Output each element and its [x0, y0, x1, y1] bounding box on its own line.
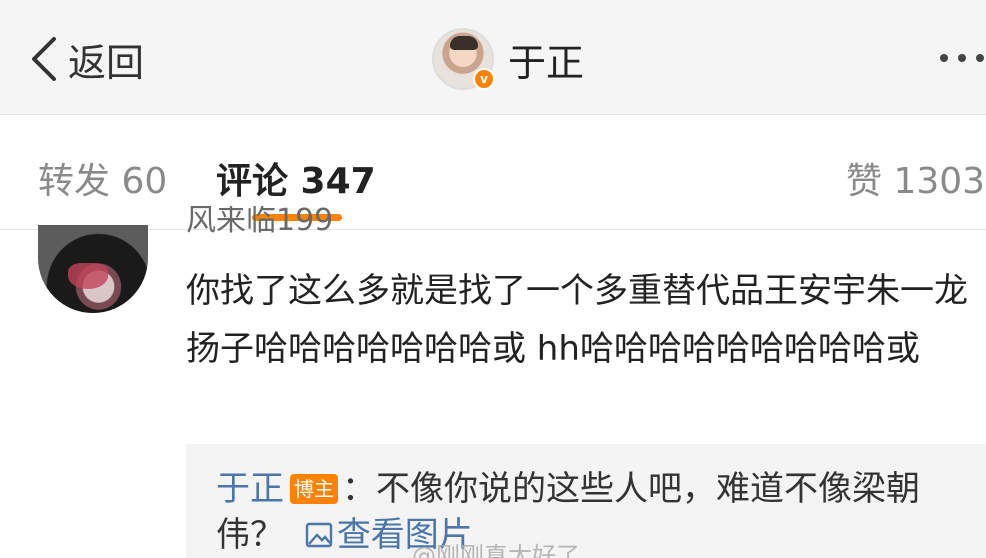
profile-title[interactable]: v 于正 — [432, 27, 584, 91]
reply-box[interactable]: 于正 博主 ：不像你说的这些人吧，难道不像梁朝伟？ 查看图片 — [186, 444, 986, 558]
top-nav-bar: 返回 v 于正 — [0, 0, 986, 115]
page-title: 于正 — [508, 40, 585, 85]
avatar[interactable]: v — [432, 28, 495, 90]
picture-icon — [305, 522, 333, 548]
comment-text: 你找了这么多就是找了一个多重替代品王安宇朱一龙扬子哈哈哈哈哈哈哈或 hh哈哈哈哈… — [186, 271, 968, 369]
weibo-comment-page: 返回 v 于正 转发 60 评论 347 赞 1303 风来临199 你找了这么… — [0, 0, 986, 558]
commenter-name[interactable]: 风来临199 — [186, 206, 333, 236]
tab-bar: 转发 60 评论 347 赞 1303 — [0, 116, 986, 230]
tab-like[interactable]: 赞 1303 — [846, 152, 985, 204]
more-dots-icon[interactable] — [924, 38, 984, 78]
commenter-avatar[interactable] — [38, 225, 148, 313]
reply-content: 于正 博主 ：不像你说的这些人吧，难道不像梁朝伟？ 查看图片 — [216, 466, 956, 558]
back-button[interactable]: 返回 — [28, 30, 144, 88]
verified-badge-icon: v — [473, 68, 495, 90]
tab-comment[interactable]: 评论 347 — [216, 152, 376, 204]
watermark: @刚刚真太好了 — [412, 542, 580, 558]
back-label: 返回 — [68, 40, 145, 85]
back-chevron-icon — [32, 37, 56, 81]
blogger-badge: 博主 — [290, 474, 338, 504]
reply-author[interactable]: 于正 — [216, 469, 284, 509]
tab-repost[interactable]: 转发 60 — [38, 152, 167, 204]
